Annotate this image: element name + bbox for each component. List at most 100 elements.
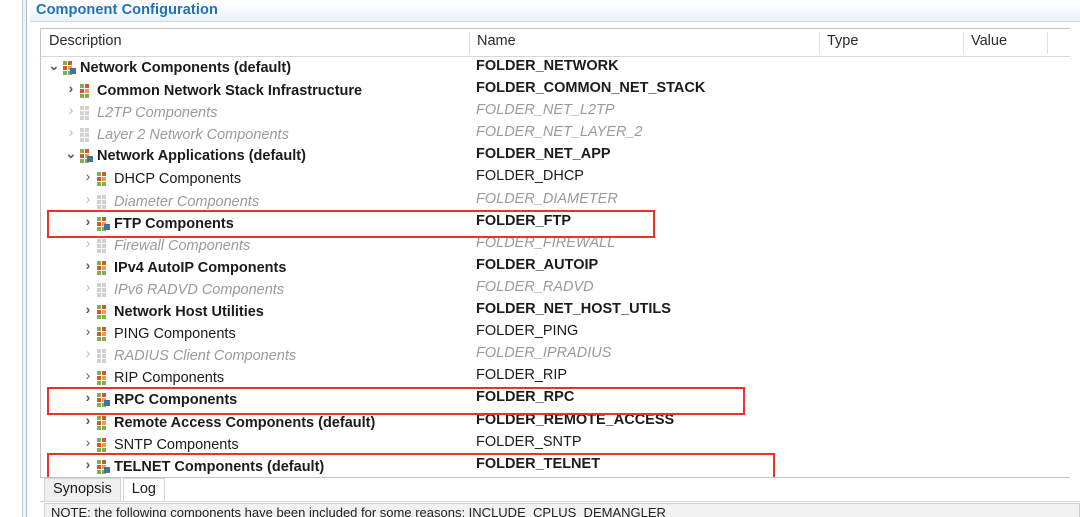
- tree-row-description-cell[interactable]: IPv6 RADVD Components: [81, 279, 284, 298]
- tree-row-description-cell[interactable]: Layer 2 Network Components: [64, 124, 289, 143]
- tree-row-description-cell[interactable]: TELNET Components (default): [81, 456, 324, 475]
- tree-row-description-cell[interactable]: Firewall Components: [81, 235, 250, 254]
- column-divider-3[interactable]: [963, 32, 964, 54]
- column-header-description[interactable]: Description: [49, 33, 122, 49]
- column-divider-4[interactable]: [1047, 32, 1048, 54]
- chevron-right-icon[interactable]: [81, 279, 95, 295]
- chevron-right-icon[interactable]: [81, 213, 95, 229]
- chevron-right-icon[interactable]: [81, 168, 95, 184]
- chevron-right-icon[interactable]: [64, 124, 78, 140]
- tree-row-name-cell: FOLDER_RADVD: [476, 278, 594, 295]
- tree-row-description-cell[interactable]: FTP Components: [81, 213, 234, 232]
- chevron-right-icon[interactable]: [81, 323, 95, 339]
- tree-row-description-label: Layer 2 Network Components: [97, 127, 289, 144]
- tree-row[interactable]: TELNET Components (default) FOLDER_TELNET: [41, 455, 1070, 477]
- component-folder-disabled-icon: [96, 349, 110, 364]
- tree-row-description-cell[interactable]: SNTP Components: [81, 434, 239, 453]
- tree-row[interactable]: Firewall Components FOLDER_FIREWALL: [41, 234, 1070, 256]
- chevron-right-icon[interactable]: [81, 389, 95, 405]
- tree-row-name-cell: FOLDER_RPC: [476, 389, 575, 406]
- tree-row[interactable]: RPC Components FOLDER_RPC: [41, 388, 1070, 410]
- tree-row[interactable]: Layer 2 Network Components FOLDER_NET_LAY…: [41, 123, 1070, 145]
- tree-row[interactable]: SNTP Components FOLDER_SNTP: [41, 433, 1070, 455]
- component-folder-multi-icon: [96, 393, 110, 408]
- component-folder-icon: [96, 415, 110, 430]
- tree-row[interactable]: IPv4 AutoIP Components FOLDER_AUTOIP: [41, 256, 1070, 278]
- component-folder-disabled-icon: [96, 282, 110, 297]
- tree-row[interactable]: Diameter Components FOLDER_DIAMETER: [41, 190, 1070, 212]
- tree-row-description-cell[interactable]: RIP Components: [81, 367, 224, 386]
- log-output-text: NOTE: the following components have been…: [51, 505, 666, 517]
- chevron-right-icon[interactable]: [81, 235, 95, 251]
- tree-row-description-cell[interactable]: RADIUS Client Components: [81, 345, 296, 364]
- tree-row-description-cell[interactable]: Diameter Components: [81, 191, 259, 210]
- tree-row[interactable]: IPv6 RADVD Components FOLDER_RADVD: [41, 278, 1070, 300]
- tree-row-name-cell: FOLDER_COMMON_NET_STACK: [476, 80, 706, 97]
- tree-row-description-cell[interactable]: Network Components (default): [47, 58, 291, 76]
- chevron-right-icon[interactable]: [64, 80, 78, 96]
- component-folder-multi-icon: [96, 459, 110, 474]
- tree-row-name-cell: FOLDER_SNTP: [476, 433, 582, 450]
- tree-row-description-cell[interactable]: Network Host Utilities: [81, 301, 264, 320]
- tree-row-name-cell: FOLDER_NET_L2TP: [476, 102, 615, 119]
- tree-row-description-cell[interactable]: Common Network Stack Infrastructure: [64, 80, 362, 99]
- tree-row[interactable]: Network Host Utilities FOLDER_NET_HOST_UT…: [41, 300, 1070, 322]
- chevron-down-icon[interactable]: [47, 58, 61, 74]
- component-folder-disabled-icon: [96, 238, 110, 253]
- tree-row[interactable]: RIP Components FOLDER_RIP: [41, 366, 1070, 388]
- column-header-type[interactable]: Type: [827, 33, 858, 49]
- column-header-value[interactable]: Value: [971, 33, 1007, 49]
- tree-row-description-cell[interactable]: IPv4 AutoIP Components: [81, 257, 286, 276]
- tree-row-description-label: L2TP Components: [97, 105, 218, 122]
- tree-row-description-label: IPv4 AutoIP Components: [114, 259, 287, 276]
- tree-row-description-cell[interactable]: Remote Access Components (default): [81, 412, 375, 431]
- tree-row-description-label: TELNET Components (default): [114, 458, 325, 475]
- tree-column-header: Description Name Type Value: [41, 29, 1070, 57]
- tree-row[interactable]: DHCP Components FOLDER_DHCP: [41, 167, 1070, 189]
- tree-row-name-cell: FOLDER_FTP: [476, 212, 572, 229]
- log-output-panel[interactable]: NOTE: the following components have been…: [44, 503, 1080, 517]
- tree-row[interactable]: RADIUS Client Components FOLDER_IPRADIUS: [41, 344, 1070, 366]
- chevron-right-icon[interactable]: [81, 456, 95, 472]
- component-folder-multi-icon: [62, 61, 76, 75]
- tree-row-name-cell: FOLDER_REMOTE_ACCESS: [476, 411, 675, 428]
- chevron-right-icon[interactable]: [81, 191, 95, 207]
- tree-row[interactable]: Remote Access Components (default) FOLDER…: [41, 411, 1070, 433]
- column-divider-1[interactable]: [469, 32, 470, 54]
- chevron-right-icon[interactable]: [81, 367, 95, 383]
- tree-row[interactable]: PING Components FOLDER_PING: [41, 322, 1070, 344]
- tree-row-description-label: RIP Components: [114, 370, 225, 387]
- tree-row-name-cell: FOLDER_RIP: [476, 367, 568, 384]
- column-header-name[interactable]: Name: [477, 33, 516, 49]
- tree-row[interactable]: Common Network Stack Infrastructure FOLDE…: [41, 79, 1070, 101]
- tree-row[interactable]: Network Applications (default) FOLDER_NET…: [41, 145, 1070, 167]
- tree-row-name-cell: FOLDER_DHCP: [476, 168, 584, 185]
- tree-row-description-label: Common Network Stack Infrastructure: [97, 83, 363, 100]
- tree-row-description-cell[interactable]: DHCP Components: [81, 168, 241, 187]
- tree-row-description-cell[interactable]: Network Applications (default): [64, 146, 306, 164]
- bottom-tab-strip: Synopsis Log: [40, 478, 1080, 502]
- chevron-down-icon[interactable]: [64, 146, 78, 162]
- chevron-right-icon[interactable]: [81, 257, 95, 273]
- component-folder-icon: [96, 260, 110, 275]
- chevron-right-icon[interactable]: [64, 102, 78, 118]
- tab-log[interactable]: Log: [122, 478, 165, 502]
- bottom-tab-divider: [40, 501, 1080, 502]
- tree-row[interactable]: Network Components (default) FOLDER_NETWO…: [41, 57, 1070, 79]
- tree-row-description-cell[interactable]: PING Components: [81, 323, 236, 342]
- chevron-right-icon[interactable]: [81, 345, 95, 361]
- tree-row-description-cell[interactable]: RPC Components: [81, 389, 237, 408]
- component-tree-panel[interactable]: Description Name Type Value Network Comp…: [40, 28, 1070, 478]
- chevron-right-icon[interactable]: [81, 434, 95, 450]
- tree-row-name-cell: FOLDER_NETWORK: [476, 58, 619, 74]
- view-header-divider: [30, 21, 1080, 22]
- tree-row-description-cell[interactable]: L2TP Components: [64, 102, 217, 121]
- tree-row[interactable]: L2TP Components FOLDER_NET_L2TP: [41, 101, 1070, 123]
- chevron-right-icon[interactable]: [81, 301, 95, 317]
- tree-row-description-label: Network Applications (default): [97, 148, 306, 165]
- chevron-right-icon[interactable]: [81, 412, 95, 428]
- tab-synopsis[interactable]: Synopsis: [44, 478, 121, 502]
- column-divider-2[interactable]: [819, 32, 820, 54]
- component-folder-disabled-icon: [79, 106, 93, 121]
- tree-row[interactable]: FTP Components FOLDER_FTP: [41, 212, 1070, 234]
